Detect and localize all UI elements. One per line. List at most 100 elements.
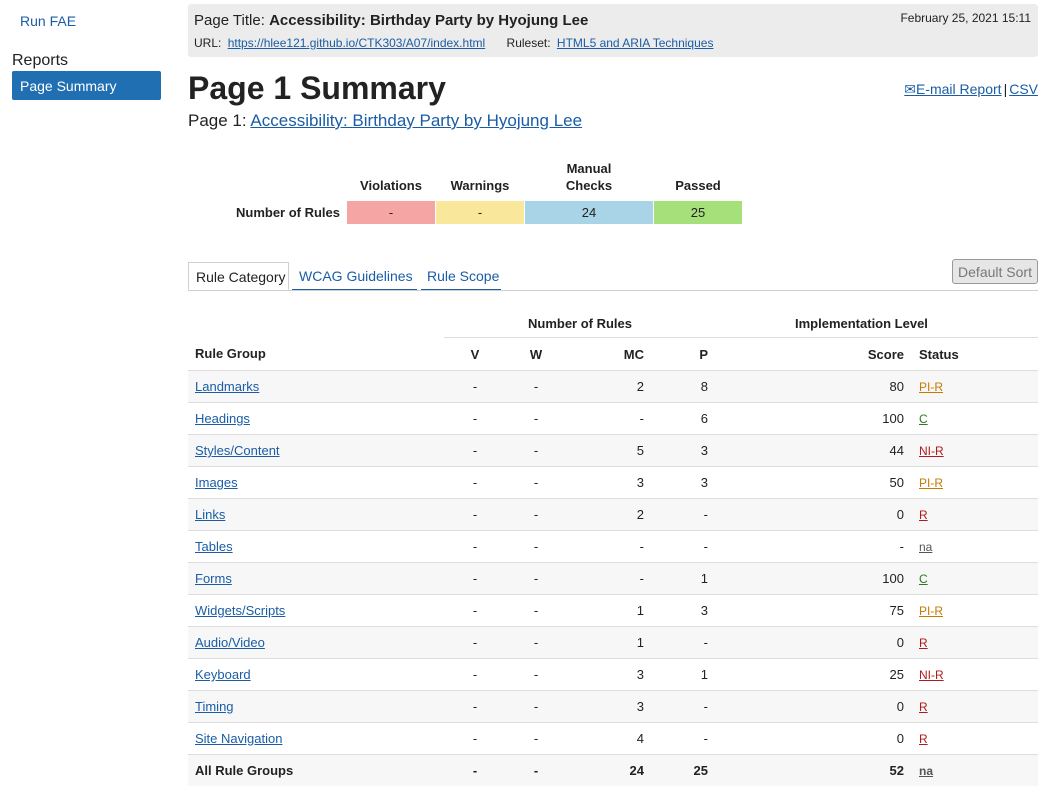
passed-cell: 1 bbox=[650, 658, 716, 691]
status-badge[interactable]: C bbox=[919, 412, 928, 426]
group-header-blank bbox=[188, 310, 444, 338]
rule-group-cell: Images bbox=[188, 466, 444, 499]
passed-cell: 25 bbox=[650, 754, 716, 786]
url-link[interactable]: https://hlee121.github.io/CTK303/A07/ind… bbox=[228, 36, 486, 50]
col-score[interactable]: Score bbox=[716, 337, 911, 371]
manual-checks-cell: 4 bbox=[566, 722, 650, 755]
violations-cell: - bbox=[444, 370, 506, 403]
rule-group-cell: Keyboard bbox=[188, 658, 444, 691]
violations-cell: - bbox=[444, 562, 506, 595]
score-value: 100 bbox=[882, 571, 904, 586]
count-row-label: Number of Rules bbox=[235, 205, 340, 220]
reports-heading: Reports bbox=[12, 52, 69, 69]
manual-checks-value: 1 bbox=[636, 635, 644, 650]
rule-group-link[interactable]: Tables bbox=[195, 539, 233, 554]
status-badge[interactable]: na bbox=[919, 540, 932, 554]
table-row: Timing - -3-0 R bbox=[188, 690, 1038, 723]
violations-cell: - bbox=[444, 530, 506, 563]
score-cell: 52 bbox=[716, 754, 911, 786]
rule-group-link[interactable]: Links bbox=[195, 507, 225, 522]
page-title-value: Accessibility: Birthday Party by Hyojung… bbox=[269, 12, 589, 29]
table-row: Headings - - -6 100 C bbox=[188, 402, 1038, 435]
rule-group-link[interactable]: Landmarks bbox=[195, 379, 259, 394]
col-v[interactable]: V bbox=[444, 337, 506, 371]
violations-header: Violations bbox=[360, 178, 422, 193]
manual-checks-cell: 1 bbox=[566, 594, 650, 627]
rule-count-summary: Violations Warnings Manual Checks Passed… bbox=[230, 160, 743, 225]
score-value: 0 bbox=[896, 507, 904, 522]
col-w[interactable]: W bbox=[506, 337, 566, 371]
warnings-cell: - bbox=[506, 402, 566, 435]
status-badge[interactable]: NI-R bbox=[919, 668, 944, 682]
rule-group-link[interactable]: Forms bbox=[195, 571, 232, 586]
rule-group-link[interactable]: Audio/Video bbox=[195, 635, 265, 650]
warnings-cell: - bbox=[506, 562, 566, 595]
status-badge[interactable]: R bbox=[919, 636, 928, 650]
manual-checks-value: 3 bbox=[636, 699, 644, 714]
mail-icon: ✉ bbox=[904, 81, 916, 97]
url-label: URL: bbox=[194, 36, 222, 50]
ruleset-link[interactable]: HTML5 and ARIA Techniques bbox=[557, 36, 714, 50]
page-title: Page 1 Summary bbox=[188, 70, 446, 106]
col-mc[interactable]: MC bbox=[566, 337, 650, 371]
page-title-label: Page Title: bbox=[194, 12, 265, 29]
status-badge[interactable]: NI-R bbox=[919, 444, 944, 458]
col-mc-label: MC bbox=[623, 346, 644, 362]
status-badge[interactable]: R bbox=[919, 732, 928, 746]
tab-rule-category[interactable]: Rule Category bbox=[188, 262, 289, 290]
manual-checks-value: - bbox=[639, 539, 644, 554]
violations-cell: - bbox=[444, 594, 506, 627]
passed-value: 3 bbox=[700, 475, 708, 490]
passed-cell: 3 bbox=[650, 594, 716, 627]
csv-link[interactable]: CSV bbox=[1009, 81, 1038, 97]
score-cell: - bbox=[716, 530, 911, 563]
rule-group-label: All Rule Groups bbox=[195, 763, 294, 778]
col-p[interactable]: P bbox=[650, 337, 716, 371]
status-badge[interactable]: PI-R bbox=[919, 476, 943, 490]
rule-group-link[interactable]: Images bbox=[195, 475, 238, 490]
view-tabs: Rule Category WCAG Guidelines Rule Scope bbox=[188, 262, 1038, 291]
warnings-cell: - bbox=[506, 498, 566, 531]
tab-wcag-guidelines[interactable]: WCAG Guidelines bbox=[292, 262, 417, 290]
score-value: 0 bbox=[896, 635, 904, 650]
rule-group-link[interactable]: Timing bbox=[195, 699, 234, 714]
manual-checks-value: 1 bbox=[636, 603, 644, 618]
passed-cell: 8 bbox=[650, 370, 716, 403]
warnings-count: - bbox=[435, 200, 525, 225]
email-report-link[interactable]: ✉E-mail Report bbox=[904, 81, 1001, 97]
nav-page-summary[interactable]: Page Summary bbox=[12, 71, 161, 100]
table-row: Audio/Video - -1-0 R bbox=[188, 626, 1038, 659]
manual-checks-cell: 2 bbox=[566, 370, 650, 403]
status-badge[interactable]: na bbox=[919, 764, 933, 778]
rule-group-link[interactable]: Widgets/Scripts bbox=[195, 603, 285, 618]
rule-group-link[interactable]: Styles/Content bbox=[195, 443, 280, 458]
warnings-cell: - bbox=[506, 754, 566, 786]
status-badge[interactable]: PI-R bbox=[919, 380, 943, 394]
status-badge[interactable]: PI-R bbox=[919, 604, 943, 618]
score-cell: 44 bbox=[716, 434, 911, 467]
manual-checks-value: 24 bbox=[629, 763, 644, 778]
table-row: Styles/Content - - 5 3 44 NI-R bbox=[188, 434, 1038, 467]
rule-group-rows: Landmarks - -2 8 80 PI-R Headings - - -6 100 C Style… bbox=[188, 370, 1038, 786]
passed-value: 6 bbox=[700, 411, 708, 426]
status-badge[interactable]: C bbox=[919, 572, 928, 586]
rule-group-cell: Tables bbox=[188, 530, 444, 563]
passed-header: Passed bbox=[675, 178, 721, 193]
implementation-level-header: Implementation Level bbox=[716, 310, 1038, 338]
default-sort-button[interactable]: Default Sort bbox=[952, 259, 1038, 284]
col-rule-group[interactable]: Rule Group bbox=[188, 337, 444, 371]
rule-group-cell: Audio/Video bbox=[188, 626, 444, 659]
score-cell: 0 bbox=[716, 690, 911, 723]
rule-group-link[interactable]: Site Navigation bbox=[195, 731, 282, 746]
status-badge[interactable]: R bbox=[919, 700, 928, 714]
warnings-cell: - bbox=[506, 594, 566, 627]
page-link[interactable]: Accessibility: Birthday Party by Hyojung… bbox=[250, 111, 582, 130]
table-row: Tables - - - - - na bbox=[188, 530, 1038, 563]
run-fae-link[interactable]: Run FAE bbox=[20, 13, 76, 29]
col-status[interactable]: Status bbox=[911, 337, 1038, 371]
rule-group-link[interactable]: Headings bbox=[195, 411, 250, 426]
manual-checks-value: 5 bbox=[636, 443, 644, 458]
status-badge[interactable]: R bbox=[919, 508, 928, 522]
rule-group-link[interactable]: Keyboard bbox=[195, 667, 251, 682]
tab-rule-scope[interactable]: Rule Scope bbox=[421, 262, 501, 290]
